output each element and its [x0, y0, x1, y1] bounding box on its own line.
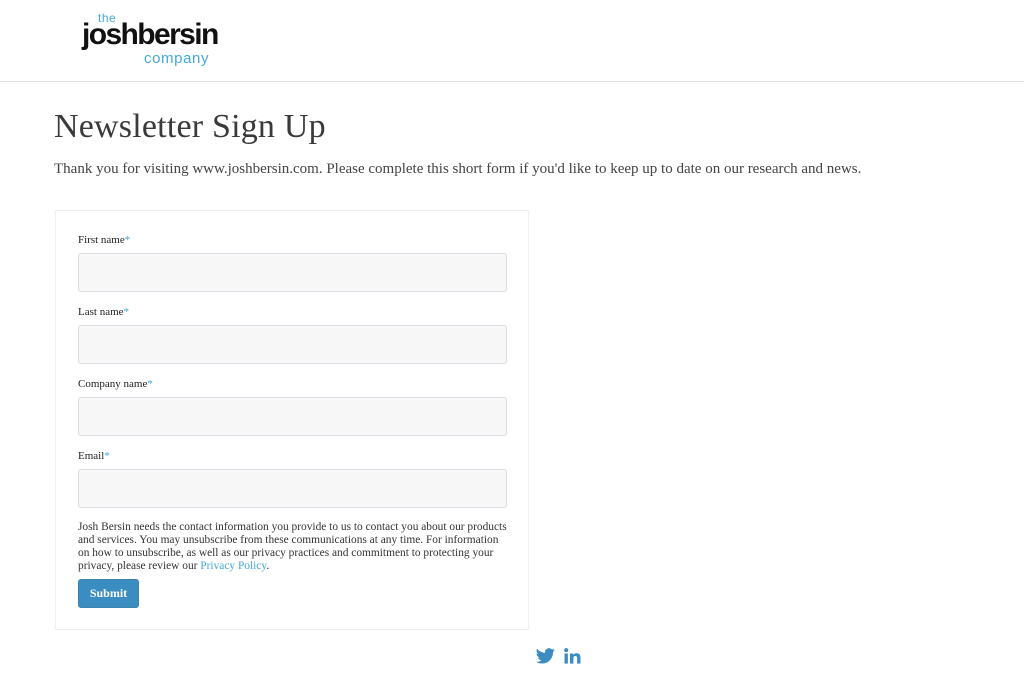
last-name-field[interactable]: [78, 325, 507, 364]
site-header: the joshbersin company: [0, 0, 1024, 82]
company-name-label: Company name*: [78, 378, 153, 390]
legal-notice: Josh Bersin needs the contact informatio…: [78, 521, 507, 572]
logo-main-text: joshbersin: [82, 18, 219, 51]
submit-button[interactable]: Submit: [78, 579, 139, 608]
last-name-label: Last name*: [78, 306, 130, 318]
required-asterisk: *: [123, 306, 130, 318]
signup-form: First name* Last name* Company name* Ema…: [55, 210, 529, 630]
intro-text: Thank you for visiting www.joshbersin.co…: [54, 161, 862, 177]
first-name-label: First name*: [78, 234, 131, 246]
page-title: Newsletter Sign Up: [54, 108, 326, 145]
linkedin-icon: [564, 648, 581, 664]
email-label: Email*: [78, 450, 110, 462]
required-asterisk: *: [124, 234, 131, 246]
first-name-field[interactable]: [78, 253, 507, 292]
company-name-field[interactable]: [78, 397, 507, 436]
logo-company-text: company: [144, 50, 210, 67]
linkedin-link[interactable]: [564, 648, 581, 668]
required-asterisk: *: [104, 450, 110, 462]
twitter-icon: [536, 648, 555, 664]
required-asterisk: *: [147, 378, 153, 390]
privacy-policy-link[interactable]: Privacy Policy: [200, 560, 266, 572]
twitter-link[interactable]: [536, 648, 555, 668]
joshbersin-logo[interactable]: the joshbersin company: [82, 10, 232, 70]
email-field[interactable]: [78, 469, 507, 508]
